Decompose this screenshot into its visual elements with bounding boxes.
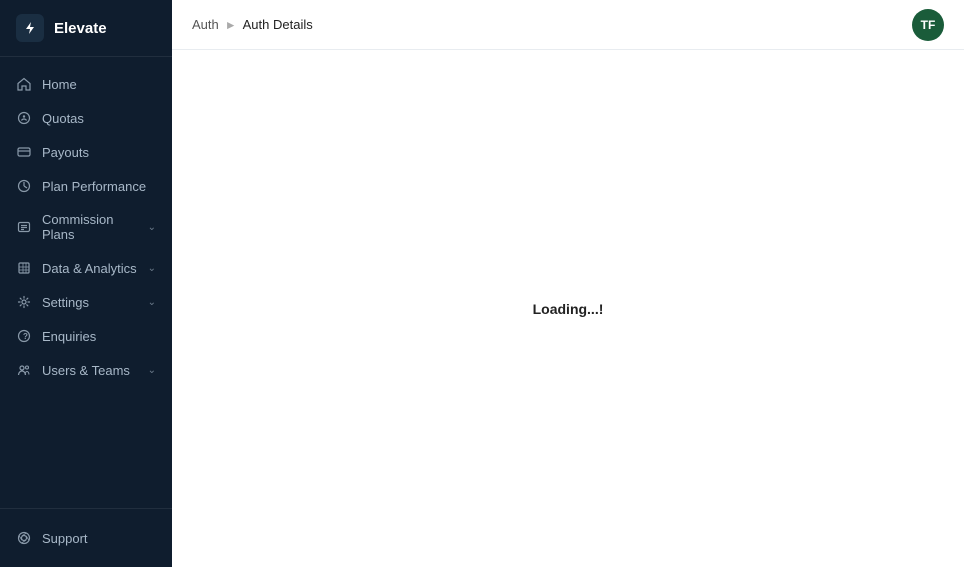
sidebar-item-settings[interactable]: Settings ⌄: [0, 285, 172, 319]
support-icon: [16, 530, 32, 546]
sidebar-item-data-analytics[interactable]: Data & Analytics ⌄: [0, 251, 172, 285]
sidebar-navigation: Home Quotas Payouts: [0, 57, 172, 508]
breadcrumb-parent: Auth: [192, 17, 219, 32]
breadcrumb-separator: ►: [225, 18, 237, 32]
payouts-label: Payouts: [42, 145, 156, 160]
sidebar-item-support[interactable]: Support: [16, 521, 156, 555]
loading-message: Loading...!: [533, 301, 604, 317]
sidebar-item-users-teams[interactable]: Users & Teams ⌄: [0, 353, 172, 387]
sidebar: Elevate Home Quotas: [0, 0, 172, 567]
quotas-icon: [16, 110, 32, 126]
content-area: Loading...!: [172, 50, 964, 567]
commission-plans-icon: [16, 219, 32, 235]
users-teams-icon: [16, 362, 32, 378]
sidebar-footer: Support: [0, 508, 172, 567]
support-label: Support: [42, 531, 140, 546]
plan-performance-icon: [16, 178, 32, 194]
sidebar-item-payouts[interactable]: Payouts: [0, 135, 172, 169]
sidebar-item-commission-plans[interactable]: Commission Plans ⌄: [0, 203, 172, 251]
home-label: Home: [42, 77, 156, 92]
chevron-down-icon: ⌄: [148, 297, 156, 308]
data-analytics-icon: [16, 260, 32, 276]
svg-text:?: ?: [23, 332, 28, 341]
settings-icon: [16, 294, 32, 310]
breadcrumb-current: Auth Details: [243, 17, 313, 32]
enquiries-label: Enquiries: [42, 329, 156, 344]
enquiries-icon: ?: [16, 328, 32, 344]
commission-plans-label: Commission Plans: [42, 212, 138, 242]
app-name: Elevate: [54, 20, 107, 37]
sidebar-item-quotas[interactable]: Quotas: [0, 101, 172, 135]
chevron-down-icon: ⌄: [148, 365, 156, 376]
home-icon: [16, 76, 32, 92]
logo-icon: [16, 14, 44, 42]
sidebar-item-enquiries[interactable]: ? Enquiries: [0, 319, 172, 353]
sidebar-logo[interactable]: Elevate: [0, 0, 172, 57]
sidebar-item-home[interactable]: Home: [0, 67, 172, 101]
quotas-label: Quotas: [42, 111, 156, 126]
main-content: Auth ► Auth Details TF Loading...!: [172, 0, 964, 567]
sidebar-item-plan-performance[interactable]: Plan Performance: [0, 169, 172, 203]
payouts-icon: [16, 144, 32, 160]
data-analytics-label: Data & Analytics: [42, 261, 138, 276]
avatar[interactable]: TF: [912, 9, 944, 41]
breadcrumb: Auth ► Auth Details: [192, 17, 313, 32]
chevron-down-icon: ⌄: [148, 263, 156, 274]
users-teams-label: Users & Teams: [42, 363, 138, 378]
topbar: Auth ► Auth Details TF: [172, 0, 964, 50]
settings-label: Settings: [42, 295, 138, 310]
plan-performance-label: Plan Performance: [42, 179, 156, 194]
chevron-down-icon: ⌄: [148, 222, 156, 233]
